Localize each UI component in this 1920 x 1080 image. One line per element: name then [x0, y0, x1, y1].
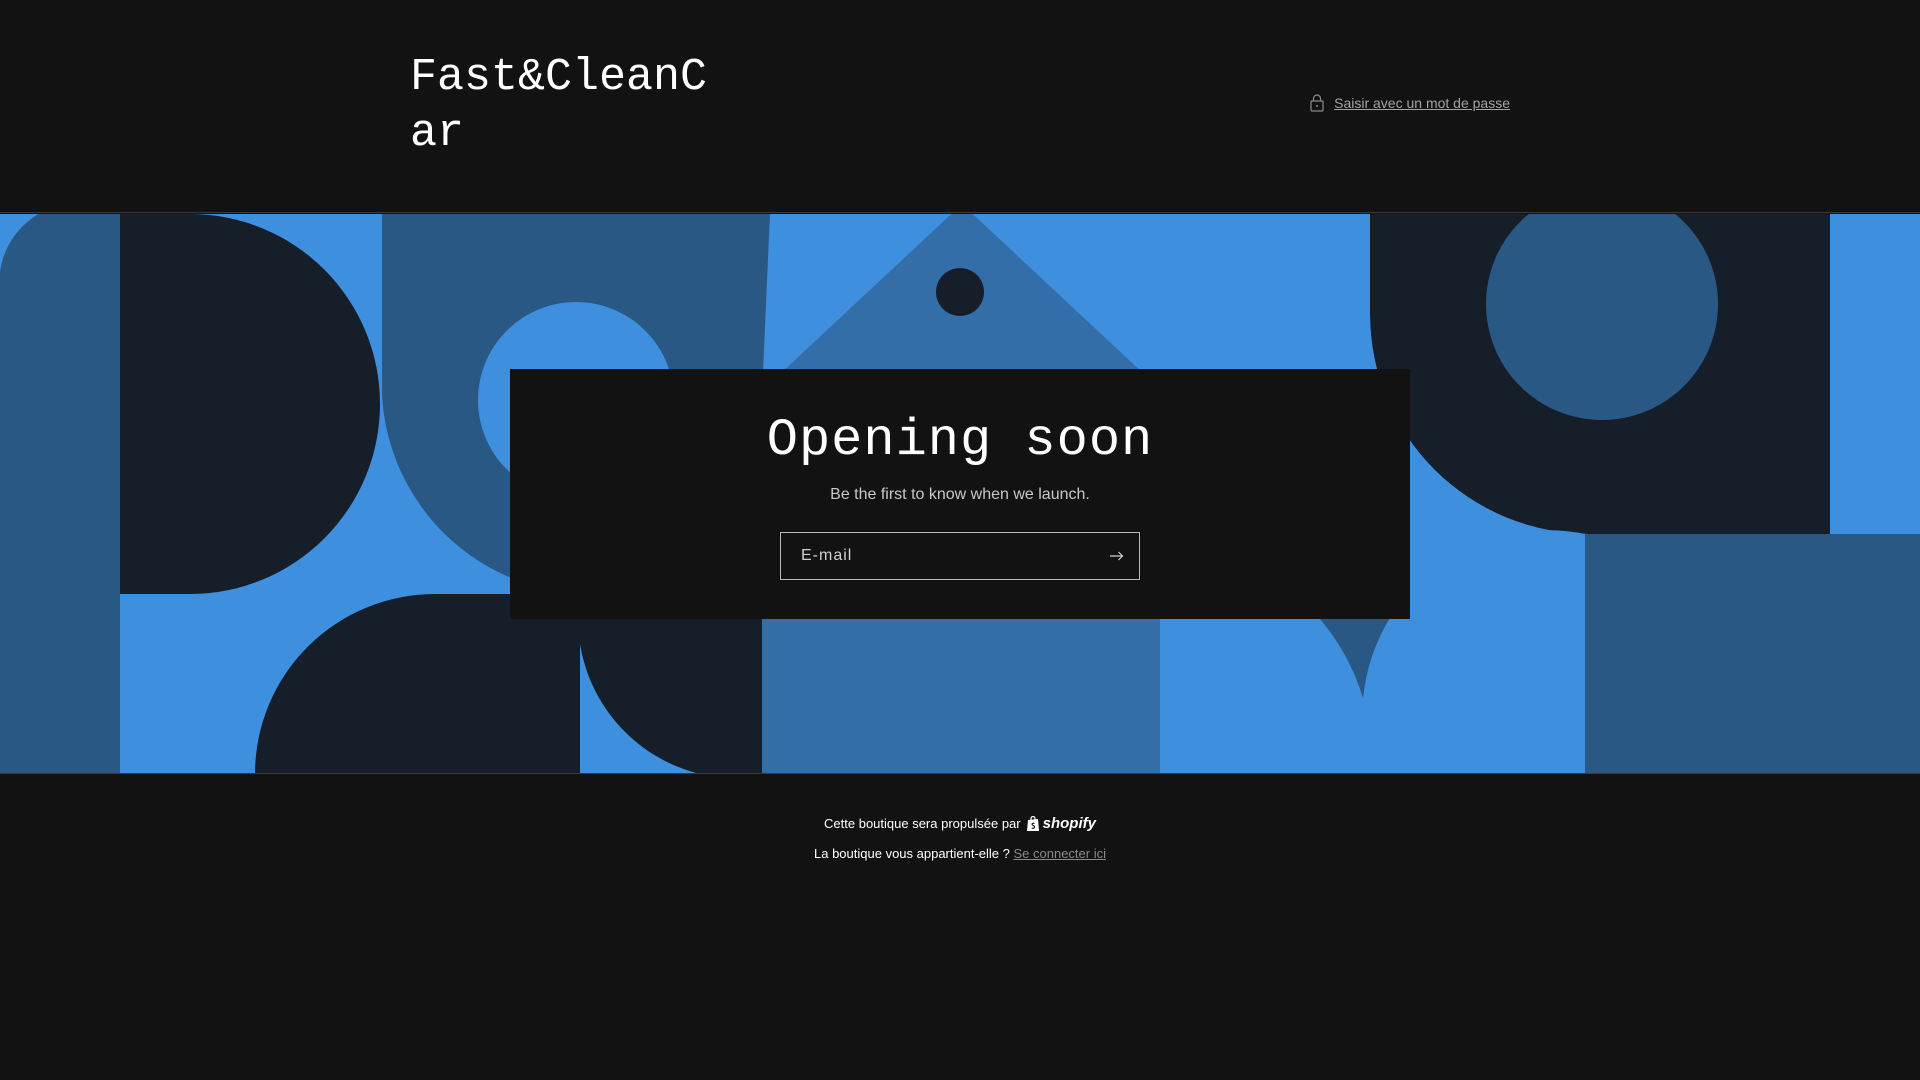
password-link-label: Saisir avec un mot de passe: [1334, 95, 1510, 111]
powered-by-text: Cette boutique sera propulsée par: [824, 816, 1021, 831]
email-input[interactable]: [781, 533, 1095, 579]
shopify-logo-link[interactable]: shopify: [1026, 815, 1096, 832]
password-entry-link[interactable]: Saisir avec un mot de passe: [1310, 94, 1510, 112]
site-footer: Cette boutique sera propulsée par shopif…: [0, 775, 1920, 861]
owner-question: La boutique vous appartient-elle ?: [814, 846, 1010, 861]
powered-by: Cette boutique sera propulsée par shopif…: [0, 815, 1920, 832]
shopify-bag-icon: [1026, 815, 1039, 831]
owner-login-line: La boutique vous appartient-elle ? Se co…: [0, 846, 1920, 861]
shopify-wordmark: shopify: [1042, 815, 1096, 832]
lock-icon: [1310, 94, 1324, 112]
arrow-right-icon: [1110, 551, 1124, 561]
site-header: Fast&CleanCar Saisir avec un mot de pass…: [0, 0, 1920, 213]
store-logo[interactable]: Fast&CleanCar: [410, 50, 720, 162]
login-link[interactable]: Se connecter ici: [1014, 846, 1107, 861]
subscribe-button[interactable]: [1095, 533, 1139, 579]
newsletter-card: Opening soon Be the first to know when w…: [510, 369, 1410, 619]
newsletter-subtitle: Be the first to know when we launch.: [830, 486, 1090, 503]
newsletter-form: [780, 532, 1140, 580]
page-title: Opening soon: [766, 411, 1154, 470]
